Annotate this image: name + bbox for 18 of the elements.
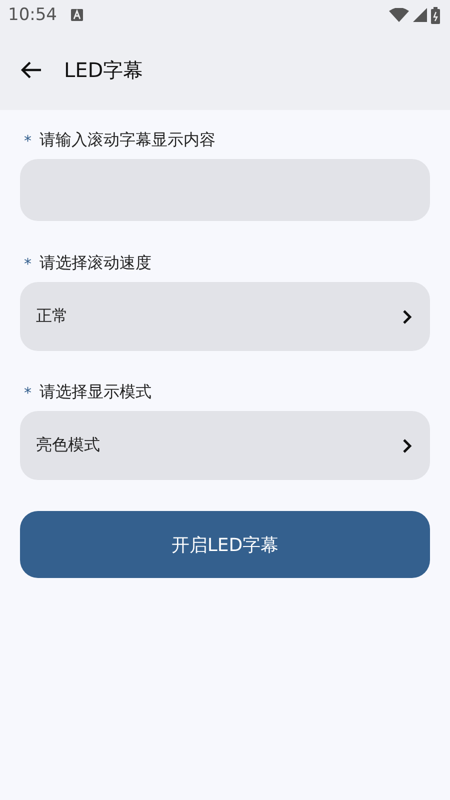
signal-icon: [413, 8, 427, 22]
start-button[interactable]: 开启LED字幕: [20, 511, 430, 578]
notification-icon: [71, 9, 83, 21]
required-mark: *: [24, 254, 32, 272]
select-field[interactable]: 亮色模式: [20, 411, 430, 480]
wifi-icon: [389, 8, 409, 22]
select-field[interactable]: 正常: [20, 282, 430, 351]
chevron-right-icon: [402, 308, 412, 324]
field-label: 请选择显示模式: [40, 382, 152, 403]
field-label: 请选择滚动速度: [40, 253, 152, 274]
battery-icon: [431, 6, 440, 24]
page-title: LED字幕: [64, 56, 144, 84]
required-mark: *: [24, 384, 32, 402]
back-arrow-icon[interactable]: [20, 61, 42, 79]
field-label: 请输入滚动字幕显示内容: [40, 130, 216, 151]
chevron-right-icon: [402, 438, 412, 454]
required-mark: *: [24, 132, 32, 150]
status-time: 10:54: [8, 5, 57, 25]
